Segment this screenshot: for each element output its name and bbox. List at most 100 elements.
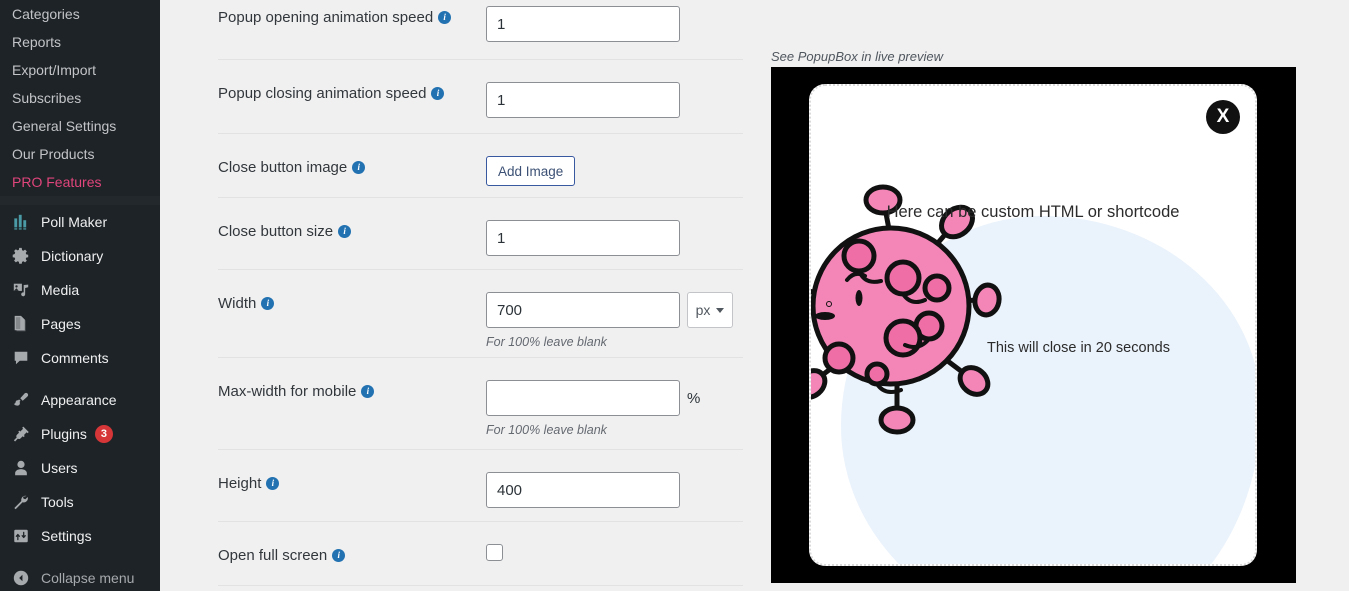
sidebar-item-badge: 3 xyxy=(94,425,113,443)
form-row-label: Popup opening animation speed i xyxy=(218,6,486,28)
form-row-label: Width i xyxy=(218,292,486,314)
form-label-text: Popup opening animation speed xyxy=(218,9,434,26)
info-icon[interactable]: i xyxy=(352,161,366,174)
form-row-control xyxy=(486,82,743,118)
chart-bars-icon xyxy=(10,212,32,232)
gear-icon xyxy=(10,246,32,266)
admin-sidebar: Categories Reports Export/Import Subscribes… xyxy=(0,0,160,591)
info-icon[interactable]: i xyxy=(361,385,375,398)
pages-icon xyxy=(10,314,32,334)
form-label-text: Close button image xyxy=(218,159,348,176)
sidebar-group-primary: Poll Maker Dictionary Media Pages Comments xyxy=(0,205,160,375)
text-input[interactable] xyxy=(486,292,680,328)
sidebar-item-media[interactable]: Media xyxy=(0,273,160,307)
form-row: Popup opening animation speed i xyxy=(218,0,743,60)
preview-caption: See PopupBox in live preview xyxy=(771,49,943,64)
text-input[interactable] xyxy=(486,82,680,118)
popup-box: Here can be custom HTML or shortcode Thi… xyxy=(809,84,1257,566)
info-icon[interactable]: i xyxy=(338,225,352,238)
form-row: Height i xyxy=(218,450,743,522)
popup-overlay: Here can be custom HTML or shortcode Thi… xyxy=(771,67,1296,583)
info-icon[interactable]: i xyxy=(438,11,452,24)
sidebar-collapse-menu[interactable]: Collapse menu xyxy=(0,561,160,591)
popup-close-button[interactable]: X xyxy=(1206,100,1240,134)
sidebar-item-dictionary[interactable]: Dictionary xyxy=(0,239,160,273)
sidebar-item-label: Comments xyxy=(41,350,109,366)
sidebar-item-label: Users xyxy=(41,460,78,476)
form-row-control: % For 100% leave blank xyxy=(486,380,743,437)
form-row-label: Height i xyxy=(218,472,486,494)
form-row: Open full screen i xyxy=(218,522,743,586)
sidebar-item-users[interactable]: Users xyxy=(0,451,160,485)
collapse-arrow-icon xyxy=(10,568,32,588)
sidebar-item-label: Settings xyxy=(41,528,92,544)
sidebar-item-label: Poll Maker xyxy=(41,214,108,230)
form-label-text: Open full screen xyxy=(218,547,328,564)
plug-icon xyxy=(10,424,32,444)
comment-icon xyxy=(10,348,32,368)
form-label-text: Width xyxy=(218,295,257,312)
form-row-control xyxy=(486,220,743,256)
sidebar-item-plugins[interactable]: Plugins 3 xyxy=(0,417,160,451)
sidebar-subitem-categories[interactable]: Categories xyxy=(0,0,160,28)
sidebar-item-label: Tools xyxy=(41,494,74,510)
unit-select[interactable]: px xyxy=(687,292,733,328)
settings-form: Popup opening animation speediPopup clos… xyxy=(160,0,760,591)
brush-icon xyxy=(10,390,32,410)
sidebar-subitem-our-products[interactable]: Our Products xyxy=(0,140,160,168)
form-label-text: Close button size xyxy=(218,223,334,240)
form-row-label: Open full screen i xyxy=(218,544,486,566)
form-row: Max-width for mobile i% For 100% leave bla… xyxy=(218,358,743,450)
form-row-control xyxy=(486,544,743,561)
sidebar-item-tools[interactable]: Tools xyxy=(0,485,160,519)
user-icon xyxy=(10,458,32,478)
info-icon[interactable]: i xyxy=(332,549,346,562)
form-row: Close button size i xyxy=(218,198,743,270)
form-row-label: Close button image i xyxy=(218,156,486,178)
form-row-hint: For 100% leave blank xyxy=(486,423,607,437)
info-icon[interactable]: i xyxy=(266,477,280,490)
sidebar-submenu: Categories Reports Export/Import Subscribes… xyxy=(0,0,160,196)
form-row-hint: For 100% leave blank xyxy=(486,335,607,349)
text-input[interactable] xyxy=(486,220,680,256)
sidebar-gap-2 xyxy=(0,553,160,561)
media-icon xyxy=(10,280,32,300)
info-icon[interactable]: i xyxy=(261,297,275,310)
wrench-icon xyxy=(10,492,32,512)
form-row: Widthi px For 100% leave blank xyxy=(218,270,743,358)
form-row: Popup closing animation speed i xyxy=(218,60,743,134)
sidebar-subitem-export-import[interactable]: Export/Import xyxy=(0,56,160,84)
sidebar-item-poll-maker[interactable]: Poll Maker xyxy=(0,205,160,239)
form-label-text: Max-width for mobile xyxy=(218,383,357,400)
unit-select-value: px xyxy=(695,302,711,318)
sliders-icon xyxy=(10,526,32,546)
form-row-control: px For 100% leave blank xyxy=(486,292,743,349)
unit-suffix: % xyxy=(687,389,701,407)
form-label-text: Popup closing animation speed xyxy=(218,85,427,102)
sidebar-item-comments[interactable]: Comments xyxy=(0,341,160,375)
form-row-label: Popup closing animation speed i xyxy=(218,82,486,104)
popup-custom-html-text: Here can be custom HTML or shortcode xyxy=(886,203,1180,221)
text-input[interactable] xyxy=(486,6,680,42)
sidebar-item-label: Media xyxy=(41,282,80,298)
sidebar-item-label: Dictionary xyxy=(41,248,104,264)
sidebar-subitem-subscribes[interactable]: Subscribes xyxy=(0,84,160,112)
text-input[interactable] xyxy=(486,380,680,416)
admin-screen: Categories Reports Export/Import Subscribes… xyxy=(0,0,1349,591)
sidebar-subitem-reports[interactable]: Reports xyxy=(0,28,160,56)
sidebar-item-settings[interactable]: Settings xyxy=(0,519,160,553)
sidebar-subitem-pro-features[interactable]: PRO Features xyxy=(0,168,160,196)
text-input[interactable] xyxy=(486,472,680,508)
open-full-screen-checkbox[interactable] xyxy=(486,544,503,561)
sidebar-item-label: Appearance xyxy=(41,392,117,408)
info-icon[interactable]: i xyxy=(431,87,445,100)
sidebar-item-pages[interactable]: Pages xyxy=(0,307,160,341)
sidebar-separator xyxy=(0,196,160,205)
sidebar-item-appearance[interactable]: Appearance xyxy=(0,383,160,417)
form-row-label: Close button size i xyxy=(218,220,486,242)
sidebar-subitem-general-settings[interactable]: General Settings xyxy=(0,112,160,140)
form-row-control xyxy=(486,6,743,42)
add-image-button[interactable]: Add Image xyxy=(486,156,576,186)
sidebar-item-label: Plugins xyxy=(41,426,87,442)
